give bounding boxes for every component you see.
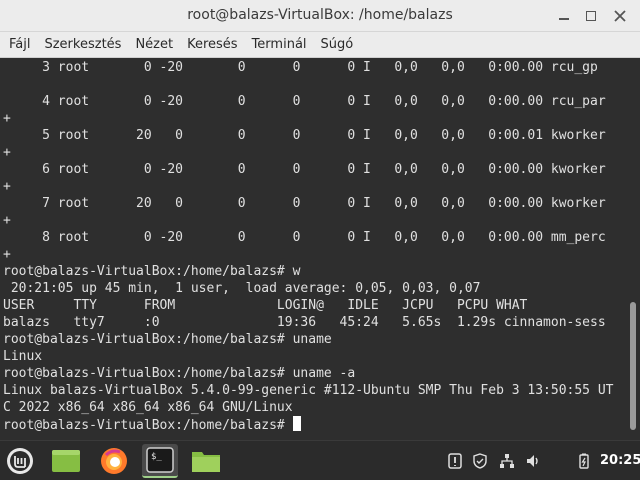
terminal-line: balazs tty7 :0 19:36 45:24 5.65s 1.29s c… [3, 315, 606, 330]
close-button[interactable] [610, 6, 630, 26]
terminal-line: root@balazs-VirtualBox:/home/balazs# una… [3, 332, 332, 347]
terminal-prompt-line[interactable]: root@balazs-VirtualBox:/home/balazs# [3, 416, 301, 433]
scrollbar-thumb[interactable] [630, 302, 636, 430]
terminal-line: + [3, 111, 11, 126]
terminal-line: + [3, 179, 11, 194]
titlebar[interactable]: root@balazs-VirtualBox: /home/balazs [0, 0, 640, 32]
menu-view[interactable]: Nézet [128, 37, 180, 52]
terminal-line: 7 root 20 0 0 0 0 I 0,0 0,0 0:00.00 kwor… [3, 196, 606, 211]
files-button[interactable] [188, 444, 224, 478]
terminal-icon: $_ [146, 447, 174, 473]
menu-terminal[interactable]: Terminál [245, 37, 314, 52]
menu-edit[interactable]: Szerkesztés [37, 37, 128, 52]
terminal-line: 6 root 0 -20 0 0 0 I 0,0 0,0 0:00.00 kwo… [3, 162, 606, 177]
mint-menu-button[interactable] [2, 444, 38, 478]
close-icon [614, 10, 626, 22]
window-title: root@balazs-VirtualBox: /home/balazs [187, 7, 453, 23]
show-desktop-button[interactable] [48, 444, 84, 478]
terminal-line: 4 root 0 -20 0 0 0 I 0,0 0,0 0:00.00 rcu… [3, 94, 606, 109]
terminal-line: 3 root 0 -20 0 0 0 I 0,0 0,0 0:00.00 rcu… [3, 60, 598, 75]
prompt-text: root@balazs-VirtualBox:/home/balazs# [3, 418, 293, 433]
firefox-button[interactable] [96, 444, 132, 478]
clock[interactable]: 20:25 [600, 453, 640, 468]
scrollbar[interactable] [627, 58, 640, 440]
network-icon [500, 454, 514, 468]
terminal-taskbar-button[interactable]: $_ [142, 444, 178, 478]
battery-icon [579, 453, 589, 469]
terminal-line: root@balazs-VirtualBox:/home/balazs# w [3, 264, 301, 279]
firefox-icon [101, 448, 127, 474]
terminal-line: Linux [3, 349, 43, 364]
menu-help[interactable]: Súgó [314, 37, 361, 52]
text-cursor [292, 416, 301, 431]
battery-button[interactable] [575, 452, 593, 470]
svg-text:$_: $_ [151, 452, 162, 462]
volume-icon [527, 455, 538, 467]
terminal-output[interactable]: 3 root 0 -20 0 0 0 I 0,0 0,0 0:00.00 rcu… [0, 58, 627, 440]
terminal-line: + [3, 213, 11, 228]
update-manager-button[interactable] [446, 452, 464, 470]
terminal-line: 8 root 0 -20 0 0 0 I 0,0 0,0 0:00.00 mm_… [3, 230, 606, 245]
volume-button[interactable] [524, 452, 542, 470]
terminal-window: root@balazs-VirtualBox: /home/balazs Fáj… [0, 0, 640, 440]
maximize-icon [586, 11, 596, 21]
terminal-line: + [3, 145, 11, 160]
taskbar: $_ 20:25 [0, 440, 640, 480]
terminal-line: USER TTY FROM LOGIN@ IDLE JCPU PCPU WHAT [3, 298, 528, 313]
terminal-line: C 2022 x86_64 x86_64 x86_64 GNU/Linux [3, 400, 293, 415]
shield-icon [473, 453, 487, 469]
update-manager-icon [448, 453, 462, 469]
menubar: Fájl Szerkesztés Nézet Keresés Terminál … [0, 32, 640, 58]
terminal-line: 5 root 20 0 0 0 0 I 0,0 0,0 0:00.01 kwor… [3, 128, 606, 143]
network-button[interactable] [498, 452, 516, 470]
terminal-line: root@balazs-VirtualBox:/home/balazs# una… [3, 366, 356, 381]
terminal-line: 20:21:05 up 45 min, 1 user, load average… [3, 281, 481, 296]
show-desktop-icon [52, 450, 80, 472]
minimize-button[interactable] [554, 6, 574, 26]
terminal-line: Linux balazs-VirtualBox 5.4.0-99-generic… [3, 383, 614, 398]
terminal-line: + [3, 247, 11, 262]
mint-menu-icon [7, 448, 33, 474]
menu-file[interactable]: Fájl [2, 37, 37, 52]
files-icon [192, 452, 220, 472]
security-button[interactable] [471, 452, 489, 470]
menu-search[interactable]: Keresés [180, 37, 244, 52]
maximize-button[interactable] [581, 6, 601, 26]
minimize-icon [559, 18, 569, 20]
